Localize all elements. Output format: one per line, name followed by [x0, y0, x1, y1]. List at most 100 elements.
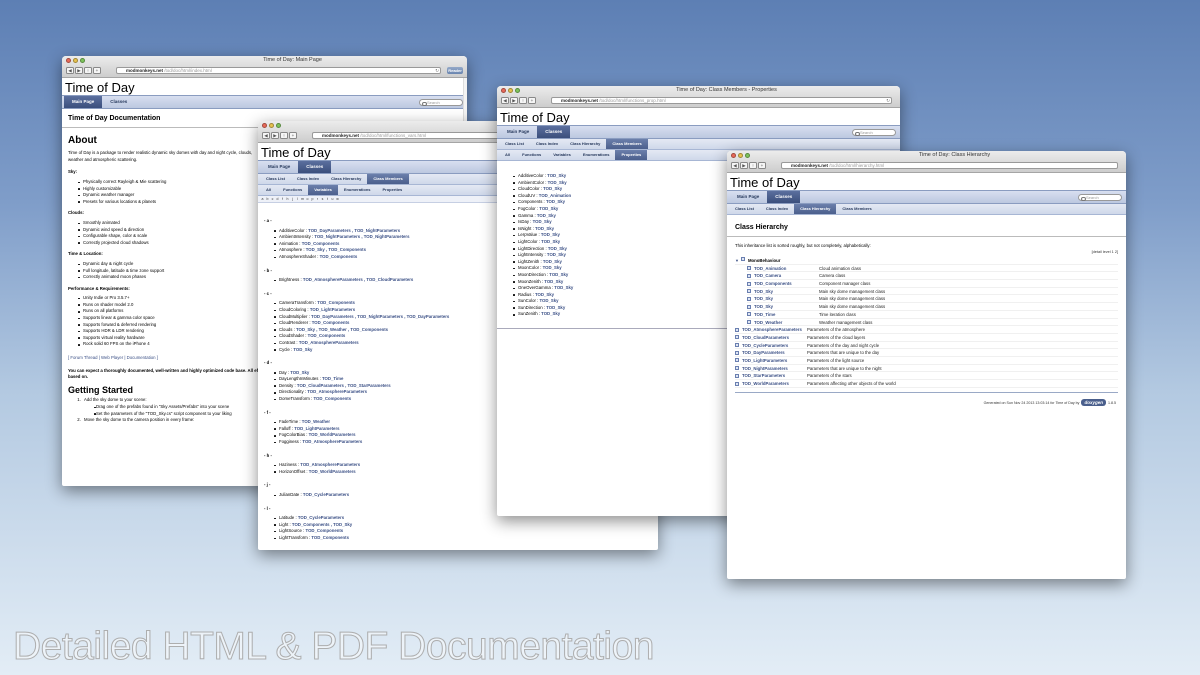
- tab-main-page[interactable]: Main Page: [260, 161, 298, 173]
- tab-class-list[interactable]: Class List: [499, 139, 530, 149]
- close-icon[interactable]: [731, 153, 736, 158]
- member-class-link[interactable]: TOD_WorldParameters: [309, 469, 356, 474]
- member-class-link[interactable]: TOD_Components: [311, 535, 349, 540]
- class-link-text[interactable]: TOD_Sky: [754, 289, 773, 294]
- minimize-icon[interactable]: [269, 123, 274, 128]
- class-link-text[interactable]: TOD_CloudParameters: [742, 335, 789, 340]
- class-link-text[interactable]: TOD_LightParameters: [742, 358, 787, 363]
- tab-properties[interactable]: Properties: [376, 185, 408, 195]
- hierarchy-row[interactable]: TOD_CycleParameters Parameters of the day…: [735, 342, 1118, 350]
- member-class-link[interactable]: TOD_CycleParameters: [303, 492, 349, 497]
- hierarchy-row[interactable]: TOD_Sky Main sky dome management class: [747, 303, 1118, 311]
- member-class-link[interactable]: TOD_CloudParameters , TOD_StarParameters: [297, 383, 391, 388]
- property-class-link[interactable]: TOD_Animation: [539, 193, 571, 198]
- tab-functions[interactable]: Functions: [516, 150, 547, 160]
- search-input[interactable]: Search: [1078, 194, 1122, 201]
- class-link-text[interactable]: TOD_StarParameters: [742, 373, 785, 378]
- property-class-link[interactable]: TOD_Sky: [535, 226, 554, 231]
- hierarchy-row[interactable]: TOD_Weather Weather management class: [747, 319, 1118, 327]
- hierarchy-class-name[interactable]: TOD_Time: [747, 311, 819, 318]
- hierarchy-class-name[interactable]: TOD_WorldParameters: [735, 380, 807, 387]
- property-class-link[interactable]: TOD_Sky: [546, 305, 565, 310]
- member-class-link[interactable]: TOD_AtmosphereParameters: [299, 340, 359, 345]
- window-controls[interactable]: [731, 153, 750, 158]
- hierarchy-class-name[interactable]: TOD_NightParameters: [735, 365, 807, 372]
- member-class-link[interactable]: TOD_AtmosphereParameters: [302, 439, 362, 444]
- hierarchy-row[interactable]: TOD_CloudParameters Parameters of the clo…: [735, 334, 1118, 342]
- property-class-link[interactable]: TOD_Sky: [533, 219, 552, 224]
- reload-icon[interactable]: ↻: [435, 68, 439, 73]
- member-class-link[interactable]: TOD_AtmosphereParameters: [307, 389, 367, 394]
- hierarchy-row[interactable]: TOD_AtmosphereParameters Parameters of th…: [735, 326, 1118, 334]
- bookmark-icon[interactable]: +: [289, 132, 297, 139]
- tab-variables[interactable]: Variables: [547, 150, 577, 160]
- member-class-link[interactable]: TOD_Sky , TOD_Components: [306, 247, 366, 252]
- property-class-link[interactable]: TOD_Sky: [547, 252, 566, 257]
- class-link-text[interactable]: TOD_Sky: [754, 304, 773, 309]
- member-class-link[interactable]: TOD_DayParameters , TOD_NightParameters …: [311, 314, 449, 319]
- window-controls[interactable]: [262, 123, 281, 128]
- member-class-link[interactable]: TOD_Components: [313, 396, 351, 401]
- member-class-link[interactable]: TOD_WorldParameters: [309, 432, 356, 437]
- hierarchy-row[interactable]: TOD_Sky Main sky dome management class: [747, 288, 1118, 296]
- hierarchy-class-name[interactable]: TOD_Sky: [747, 303, 819, 310]
- member-class-link[interactable]: TOD_Components: [302, 241, 340, 246]
- tab-classes[interactable]: Classes: [298, 161, 332, 173]
- forward-icon[interactable]: ▶: [510, 97, 518, 104]
- bookmark-icon[interactable]: +: [93, 67, 101, 74]
- alpha-link[interactable]: w: [335, 196, 340, 202]
- tab-class-hierarchy[interactable]: Class Hierarchy: [325, 174, 367, 184]
- property-class-link[interactable]: TOD_Sky: [541, 239, 560, 244]
- forward-icon[interactable]: ▶: [740, 162, 748, 169]
- close-icon[interactable]: [501, 88, 506, 93]
- property-class-link[interactable]: TOD_Sky: [540, 298, 559, 303]
- back-icon[interactable]: ◀: [501, 97, 509, 104]
- tab-all[interactable]: All: [499, 150, 516, 160]
- member-class-link[interactable]: TOD_LightParameters: [310, 307, 355, 312]
- class-link-text[interactable]: TOD_Animation: [754, 266, 786, 271]
- address-bar[interactable]: modmonkeys.net /tod/doc/html/hierarchy.h…: [781, 162, 1118, 169]
- member-class-link[interactable]: TOD_AtmosphereParameters , TOD_CloudPara…: [303, 277, 413, 282]
- forward-icon[interactable]: ▶: [271, 132, 279, 139]
- property-class-link[interactable]: TOD_Sky: [543, 186, 562, 191]
- hierarchy-class-name[interactable]: TOD_CloudParameters: [735, 334, 807, 341]
- hierarchy-class-name[interactable]: TOD_AtmosphereParameters: [735, 326, 807, 333]
- property-class-link[interactable]: TOD_Sky: [541, 232, 560, 237]
- bookmark-icon[interactable]: +: [528, 97, 536, 104]
- tab-class-hierarchy[interactable]: Class Hierarchy: [794, 204, 837, 214]
- member-class-link[interactable]: TOD_Sky , TOD_Weather , TOD_Components: [296, 327, 388, 332]
- property-class-link[interactable]: TOD_Sky: [544, 279, 563, 284]
- member-class-link[interactable]: TOD_Sky: [293, 347, 312, 352]
- window-controls[interactable]: [501, 88, 520, 93]
- hierarchy-row[interactable]: TOD_NightParameters Parameters that are u…: [735, 365, 1118, 373]
- minimize-icon[interactable]: [508, 88, 513, 93]
- tab-enumerations[interactable]: Enumerations: [338, 185, 377, 195]
- member-class-link[interactable]: TOD_NightParameters , TOD_NightParameter…: [314, 234, 409, 239]
- member-class-link[interactable]: TOD_Components: [320, 254, 358, 259]
- zoom-icon[interactable]: [745, 153, 750, 158]
- property-class-link[interactable]: TOD_Sky: [549, 272, 568, 277]
- close-icon[interactable]: [66, 58, 71, 63]
- zoom-icon[interactable]: [276, 123, 281, 128]
- class-link-text[interactable]: TOD_Weather: [754, 320, 782, 325]
- property-class-link[interactable]: TOD_Sky: [547, 173, 566, 178]
- hierarchy-class-name[interactable]: TOD_Weather: [747, 319, 819, 326]
- hierarchy-row[interactable]: TOD_StarParameters Parameters of the star…: [735, 372, 1118, 380]
- tab-main-page[interactable]: Main Page: [499, 126, 537, 138]
- member-class-link[interactable]: TOD_AtmosphereParameters: [300, 462, 360, 467]
- share-icon[interactable]: ↑: [519, 97, 527, 104]
- member-class-link[interactable]: TOD_Weather: [302, 419, 330, 424]
- tab-variables[interactable]: Variables: [308, 185, 338, 195]
- minimize-icon[interactable]: [73, 58, 78, 63]
- member-class-link[interactable]: TOD_DayParameters , TOD_NightParameters: [308, 228, 400, 233]
- doxygen-logo[interactable]: doxygen: [1081, 398, 1106, 406]
- hierarchy-class-name[interactable]: TOD_StarParameters: [735, 372, 807, 379]
- collapse-icon[interactable]: ▼: [735, 257, 739, 264]
- hierarchy-class-name[interactable]: TOD_CycleParameters: [735, 342, 807, 349]
- tab-all[interactable]: All: [260, 185, 277, 195]
- zoom-icon[interactable]: [515, 88, 520, 93]
- hierarchy-class-name[interactable]: TOD_Sky: [747, 295, 819, 302]
- hierarchy-class-name[interactable]: TOD_Sky: [747, 288, 819, 295]
- class-link-text[interactable]: TOD_Components: [754, 281, 792, 286]
- tab-functions[interactable]: Functions: [277, 185, 308, 195]
